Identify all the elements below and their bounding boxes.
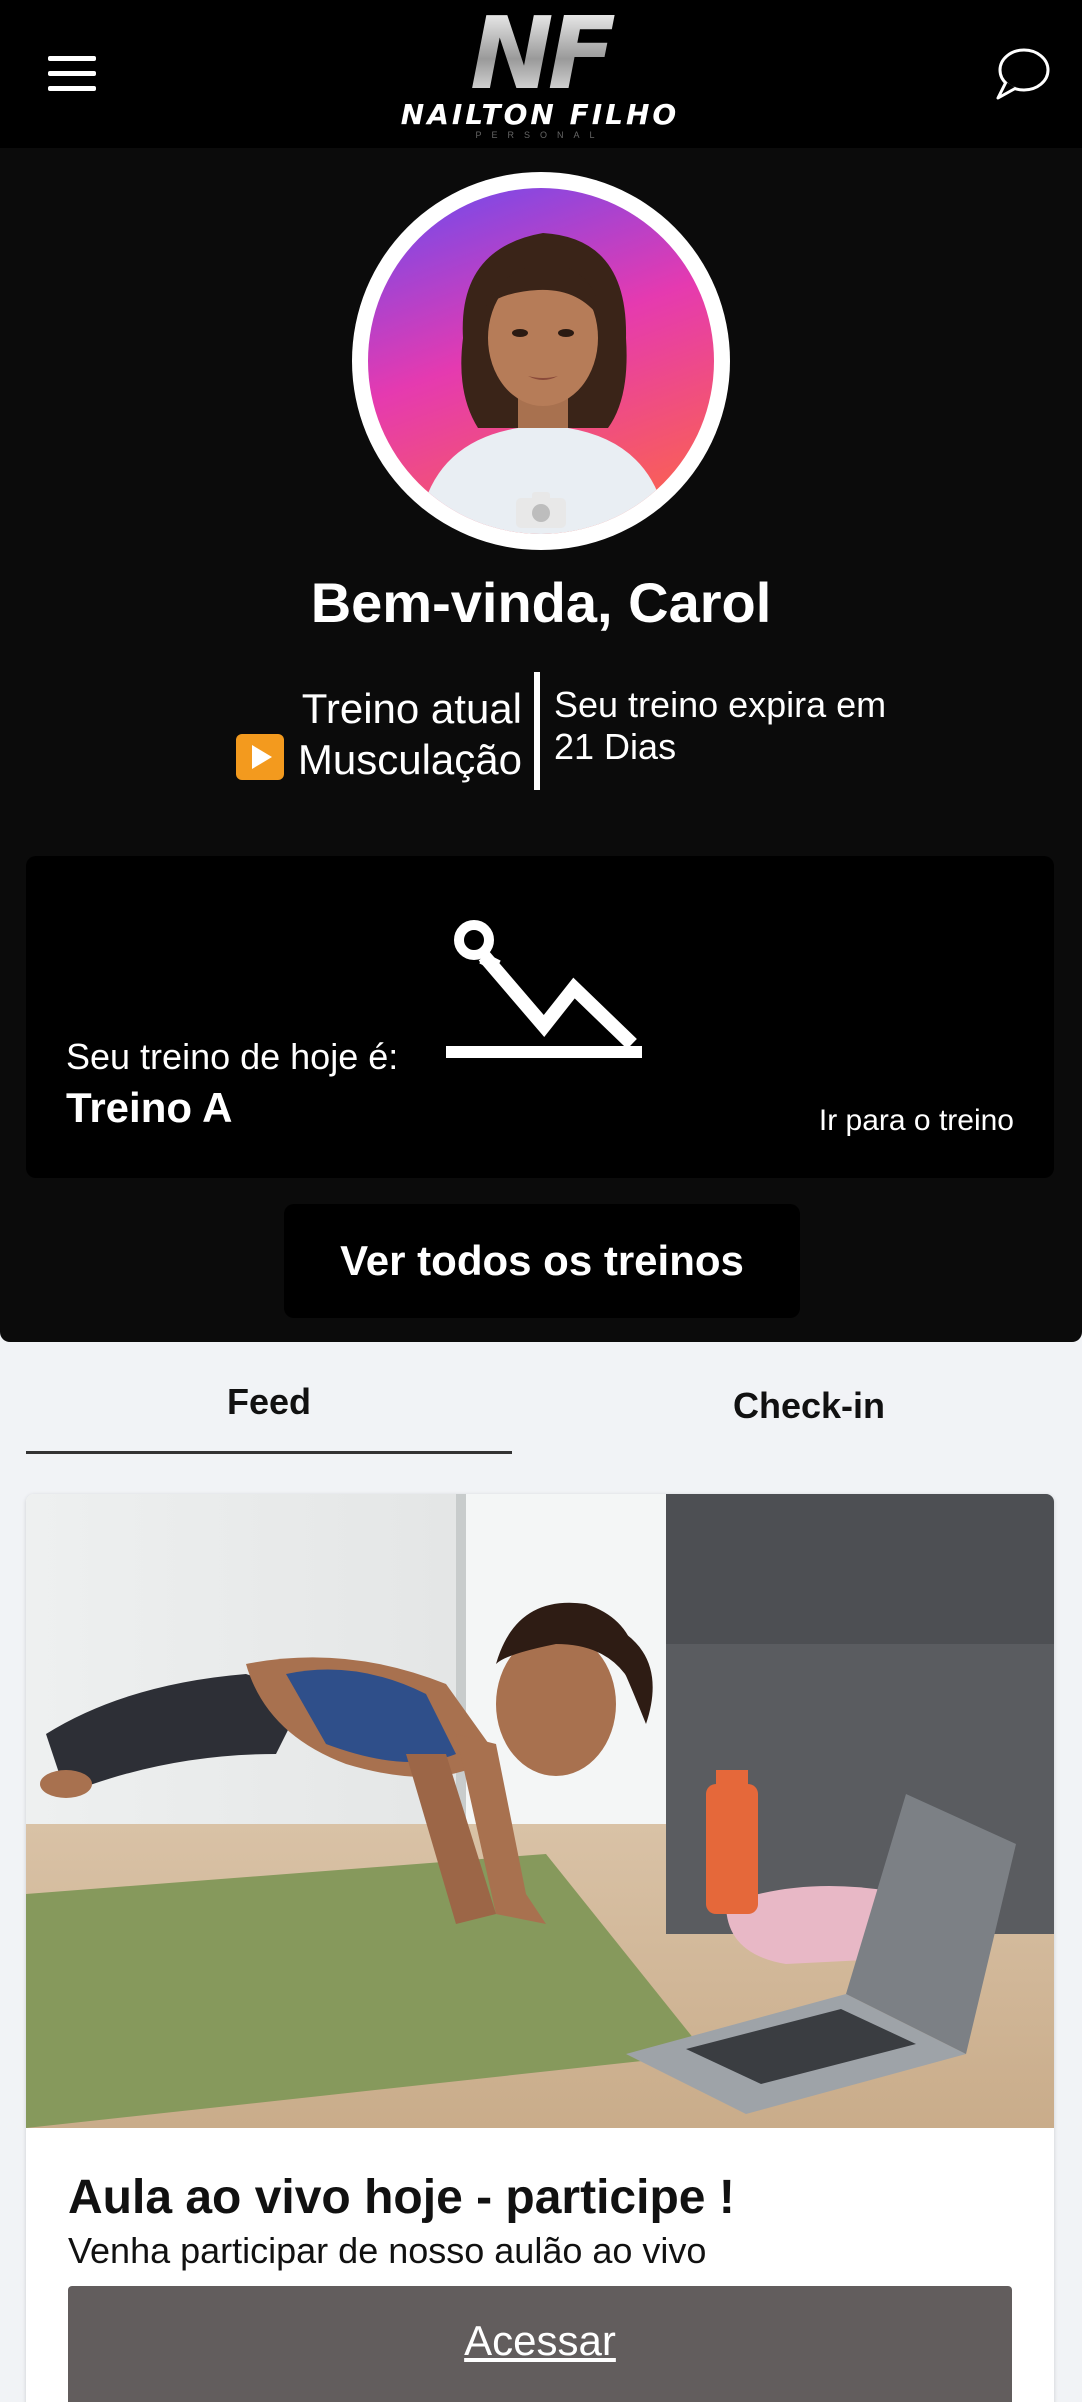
avatar-photo: [368, 188, 714, 534]
expiry-block: Seu treino expira em 21 Dias: [554, 684, 934, 768]
logo-subtitle: PERSONAL: [475, 130, 605, 140]
today-workout-name: Treino A: [66, 1084, 233, 1131]
current-workout-name: Musculação: [297, 736, 522, 783]
feed-post-card: Aula ao vivo hoje - participe ! Venha pa…: [26, 1494, 1054, 2402]
expiry-value: 21 Dias: [554, 726, 677, 767]
current-workout-label: Treino atual: [301, 685, 522, 732]
post-title: Aula ao vivo hoje - participe !: [68, 2171, 735, 2224]
logo-monogram: NF: [400, 4, 680, 104]
avatar[interactable]: [352, 172, 730, 550]
current-workout-value: Musculação: [200, 734, 522, 785]
current-workout-block: Treino atual Musculação: [200, 684, 522, 785]
exercise-situp-icon: [446, 920, 642, 1058]
top-app-bar: NF NAILTON FILHO PERSONAL: [0, 0, 1082, 148]
chat-bubble-icon[interactable]: [992, 44, 1052, 104]
logo-name: NAILTON FILHO: [400, 98, 680, 131]
post-description: Venha participar de nosso aulão ao vivo: [68, 2230, 707, 2271]
vertical-divider: [534, 672, 540, 790]
post-image: [26, 1494, 1054, 2128]
play-icon: [235, 734, 284, 780]
today-workout-label: Seu treino de hoje é:: [66, 1036, 399, 1077]
hamburger-menu-icon[interactable]: [48, 56, 98, 94]
today-workout-card[interactable]: Seu treino de hoje é: Treino A Ir para o…: [26, 856, 1054, 1178]
tab-feed[interactable]: Feed: [26, 1370, 512, 1454]
brand-logo: NF NAILTON FILHO PERSONAL: [340, 4, 740, 141]
see-all-workouts-button[interactable]: Ver todos os treinos: [284, 1204, 800, 1318]
access-button[interactable]: Acessar: [68, 2286, 1012, 2402]
camera-icon[interactable]: [514, 490, 568, 530]
profile-hero: NF NAILTON FILHO PERSONAL Bem-vinda, Car…: [0, 0, 1082, 1342]
go-to-workout-link[interactable]: Ir para o treino: [819, 1104, 1014, 1138]
tab-checkin[interactable]: Check-in: [566, 1374, 1052, 1454]
welcome-heading: Bem-vinda, Carol: [310, 571, 772, 634]
expiry-label: Seu treino expira em: [554, 684, 887, 725]
